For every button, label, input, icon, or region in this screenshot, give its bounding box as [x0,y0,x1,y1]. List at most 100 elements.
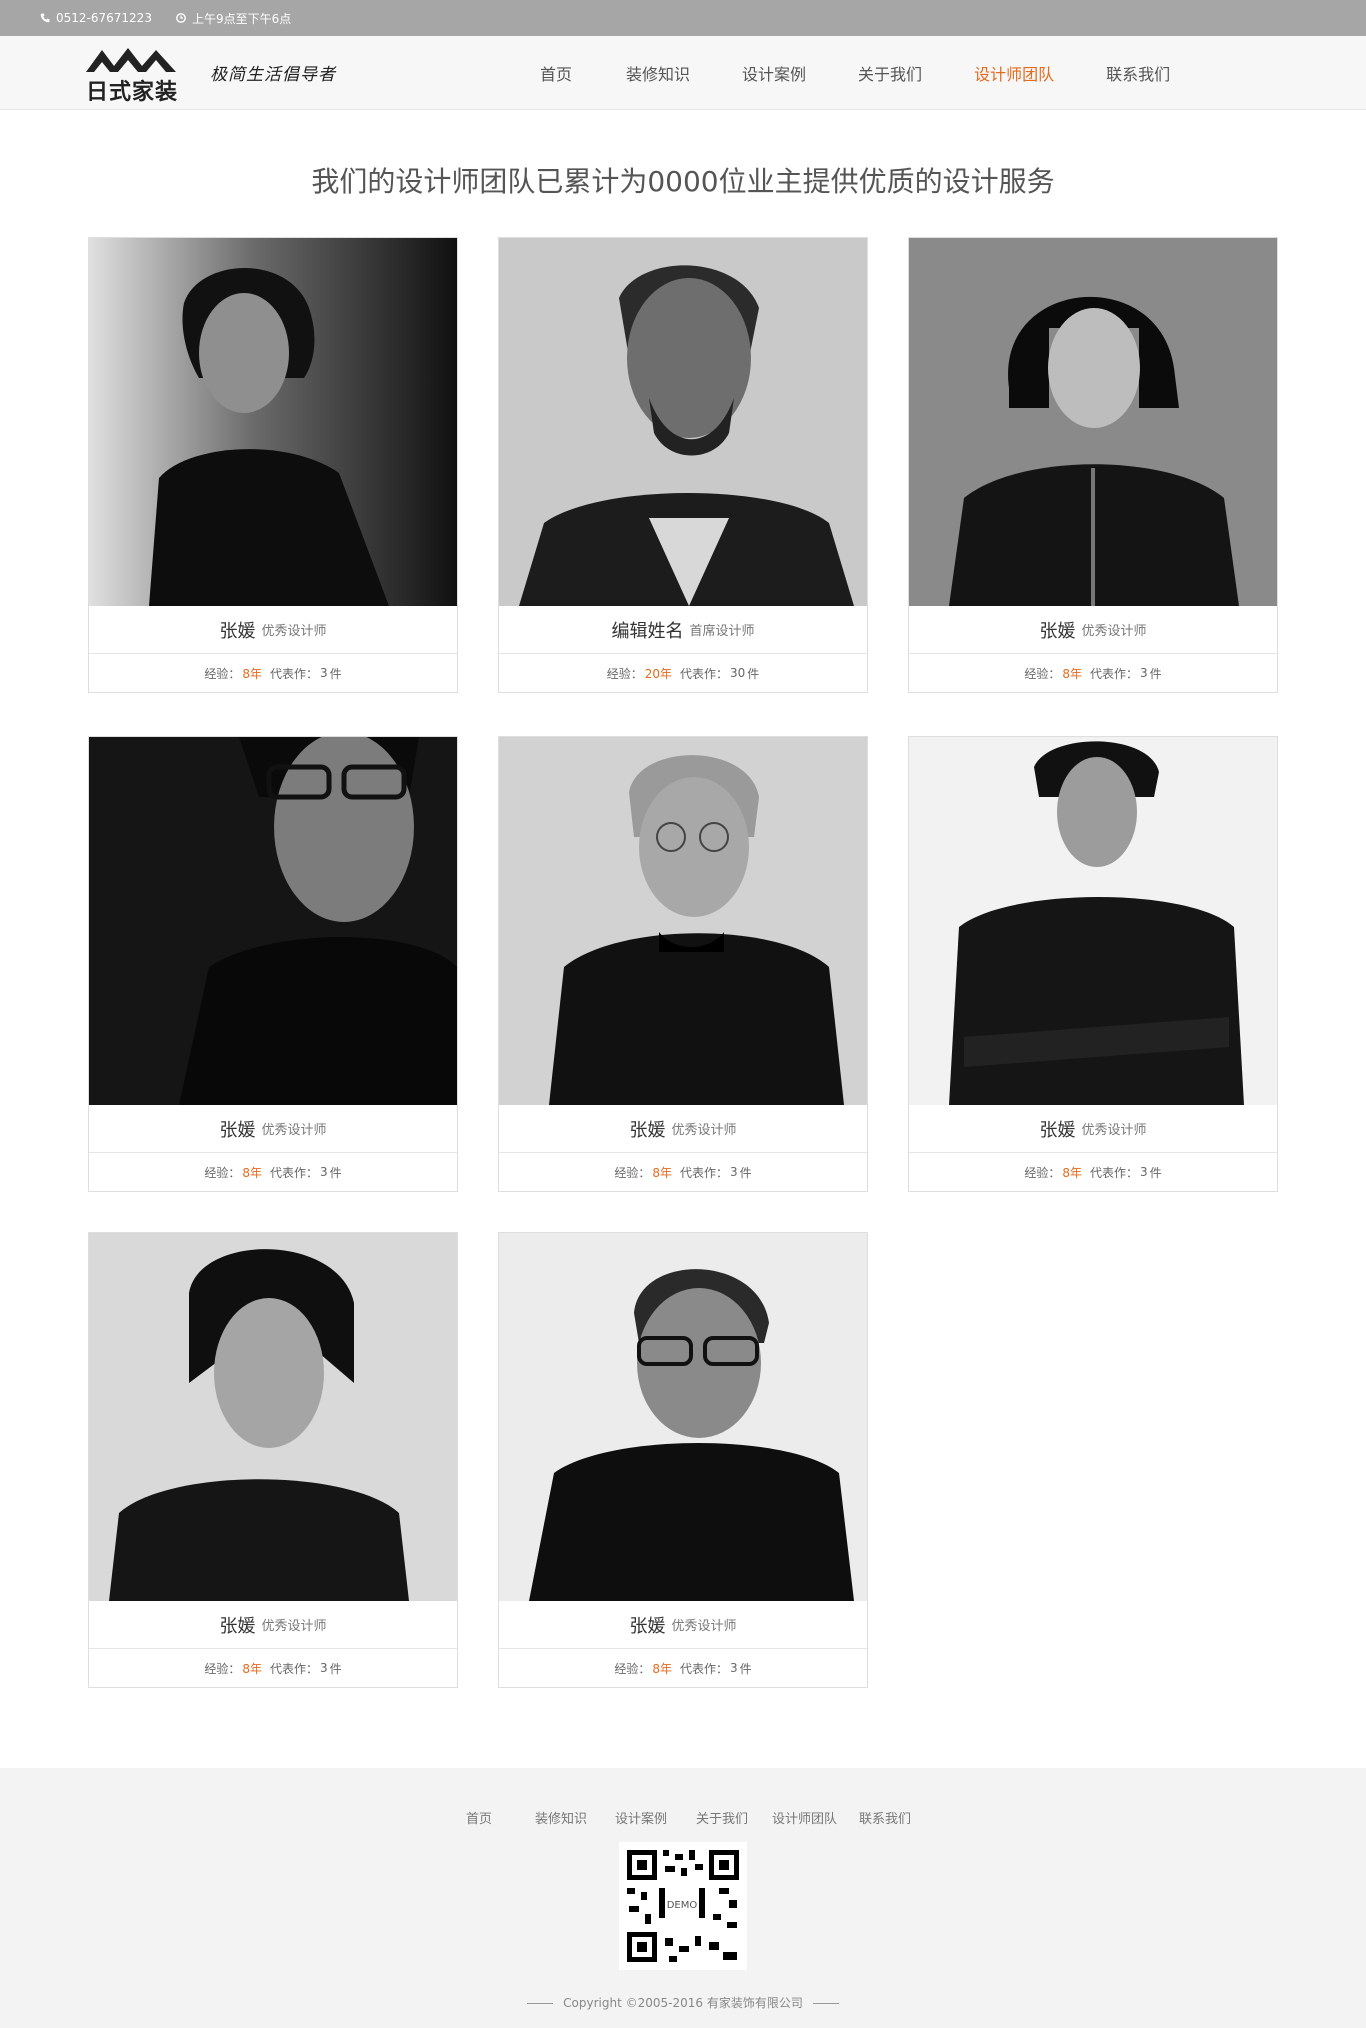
footer-nav-about[interactable]: 关于我们 [696,1808,748,1827]
experience-value: 20年 [644,666,672,681]
designer-photo [89,238,457,606]
designer-role: 优秀设计师 [261,624,327,639]
designer-name-row: 张媛 优秀设计师 [909,1105,1277,1153]
designer-photo [499,238,867,606]
designer-card[interactable]: 编辑姓名 首席设计师 经验： 20年 代表作： 30 件 [498,237,868,693]
works-count: 3 [320,1661,328,1675]
phone-icon [40,13,50,23]
experience-label: 经验： [606,666,643,681]
works-count: 3 [730,1165,738,1179]
works-count: 3 [320,1165,328,1179]
clock-icon [176,13,186,23]
works-count: 3 [320,666,328,680]
experience-label: 经验： [614,1661,651,1676]
experience-value: 8年 [1062,1165,1082,1180]
works-count: 3 [730,1661,738,1675]
designer-meta: 经验： 8年 代表作： 3 件 [499,1153,867,1191]
designer-name: 张媛 [219,1615,256,1637]
designer-role: 优秀设计师 [671,1619,737,1634]
experience-value: 8年 [652,1165,672,1180]
copyright: Copyright ©2005-2016 有家装饰有限公司 [0,1994,1366,2011]
works-unit: 件 [747,666,760,681]
experience-label: 经验： [204,666,241,681]
nav-item-about[interactable]: 关于我们 [858,61,922,85]
designer-photo [499,1233,867,1601]
copyright-line-left [527,2003,554,2004]
designer-name: 张媛 [629,1119,666,1141]
experience-value: 8年 [652,1661,672,1676]
designer-name-row: 张媛 优秀设计师 [499,1601,867,1649]
site-header: 日式家装 极简生活倡导者 首页 装修知识 设计案例 关于我们 设计师团队 联系我… [0,36,1366,110]
experience-label: 经验： [614,1165,651,1180]
nav-item-cases[interactable]: 设计案例 [742,61,806,85]
works-unit: 件 [739,1165,752,1180]
experience-value: 8年 [242,1165,262,1180]
logo-brand-text: 日式家装 [86,80,179,105]
designer-card[interactable]: 张媛 优秀设计师 经验： 8年 代表作： 3 件 [908,237,1278,693]
works-count: 3 [1140,666,1148,680]
designer-role: 优秀设计师 [671,1123,737,1138]
designer-meta: 经验： 20年 代表作： 30 件 [499,654,867,692]
experience-value: 8年 [242,1661,262,1676]
designer-meta: 经验： 8年 代表作： 3 件 [499,1649,867,1687]
designer-name-row: 张媛 优秀设计师 [909,606,1277,654]
works-label: 代表作： [269,666,318,681]
designer-role: 优秀设计师 [1081,1123,1147,1138]
designer-photo [499,737,867,1105]
works-unit: 件 [1149,1165,1162,1180]
logo-mark: 日式家装 [86,44,188,105]
experience-label: 经验： [204,1165,241,1180]
works-unit: 件 [1149,666,1162,681]
copyright-line-right [812,2003,839,2004]
designer-name-row: 张媛 优秀设计师 [89,1105,457,1153]
experience-label: 经验： [204,1661,241,1676]
works-unit: 件 [739,1661,752,1676]
works-label: 代表作： [1089,1165,1138,1180]
copyright-text: Copyright ©2005-2016 有家装饰有限公司 [563,1996,803,2010]
designer-meta: 经验： 8年 代表作： 3 件 [89,1649,457,1687]
designer-name: 张媛 [219,1119,256,1141]
experience-value: 8年 [1062,666,1082,681]
designer-role: 优秀设计师 [261,1619,327,1634]
designer-card[interactable]: 张媛 优秀设计师 经验： 8年 代表作： 3 件 [88,1232,458,1688]
footer-nav-home[interactable]: 首页 [466,1808,492,1827]
nav-item-knowledge[interactable]: 装修知识 [626,61,690,85]
page-title: 我们的设计师团队已累计为0000位业主提供优质的设计服务 [311,165,1055,198]
works-unit: 件 [329,666,342,681]
footer-nav-designers[interactable]: 设计师团队 [772,1808,837,1827]
works-count: 30 [730,666,746,680]
designer-card[interactable]: 张媛 优秀设计师 经验： 8年 代表作： 3 件 [88,237,458,693]
footer-nav-cases[interactable]: 设计案例 [615,1808,667,1827]
qr-demo-label: DEMO [667,1900,698,1911]
footer-nav-contact[interactable]: 联系我们 [859,1808,911,1827]
designer-meta: 经验： 8年 代表作： 3 件 [89,1153,457,1191]
site-logo[interactable]: 日式家装 极简生活倡导者 [86,44,336,105]
designer-card[interactable]: 张媛 优秀设计师 经验： 8年 代表作： 3 件 [498,1232,868,1688]
works-label: 代表作： [1089,666,1138,681]
phone-number: 0512-67671223 [56,11,152,25]
experience-label: 经验： [1024,666,1061,681]
designer-name: 张媛 [629,1615,666,1637]
logo-slogan: 极简生活倡导者 [210,64,336,85]
works-label: 代表作： [679,1661,728,1676]
designer-name: 张媛 [219,620,256,642]
nav-item-designers[interactable]: 设计师团队 [974,61,1054,85]
footer-nav: 首页 装修知识 设计案例 关于我们 设计师团队 联系我们 [0,1808,1366,1828]
main-nav: 首页 装修知识 设计案例 关于我们 设计师团队 联系我们 [520,36,1170,110]
designer-photo [89,737,457,1105]
designer-name-row: 编辑姓名 首席设计师 [499,606,867,654]
works-unit: 件 [329,1661,342,1676]
nav-item-contact[interactable]: 联系我们 [1106,61,1170,85]
nav-item-home[interactable]: 首页 [540,61,572,85]
designer-card[interactable]: 张媛 优秀设计师 经验： 8年 代表作： 3 件 [88,736,458,1192]
designer-card[interactable]: 张媛 优秀设计师 经验： 8年 代表作： 3 件 [498,736,868,1192]
designer-name: 张媛 [1039,1119,1076,1141]
works-count: 3 [1140,1165,1148,1179]
designer-card[interactable]: 张媛 优秀设计师 经验： 8年 代表作： 3 件 [908,736,1278,1192]
designer-role: 优秀设计师 [1081,624,1147,639]
experience-value: 8年 [242,666,262,681]
works-label: 代表作： [269,1661,318,1676]
designer-name: 编辑姓名 [611,620,684,642]
designer-photo [909,238,1277,606]
footer-nav-knowledge[interactable]: 装修知识 [535,1808,587,1827]
